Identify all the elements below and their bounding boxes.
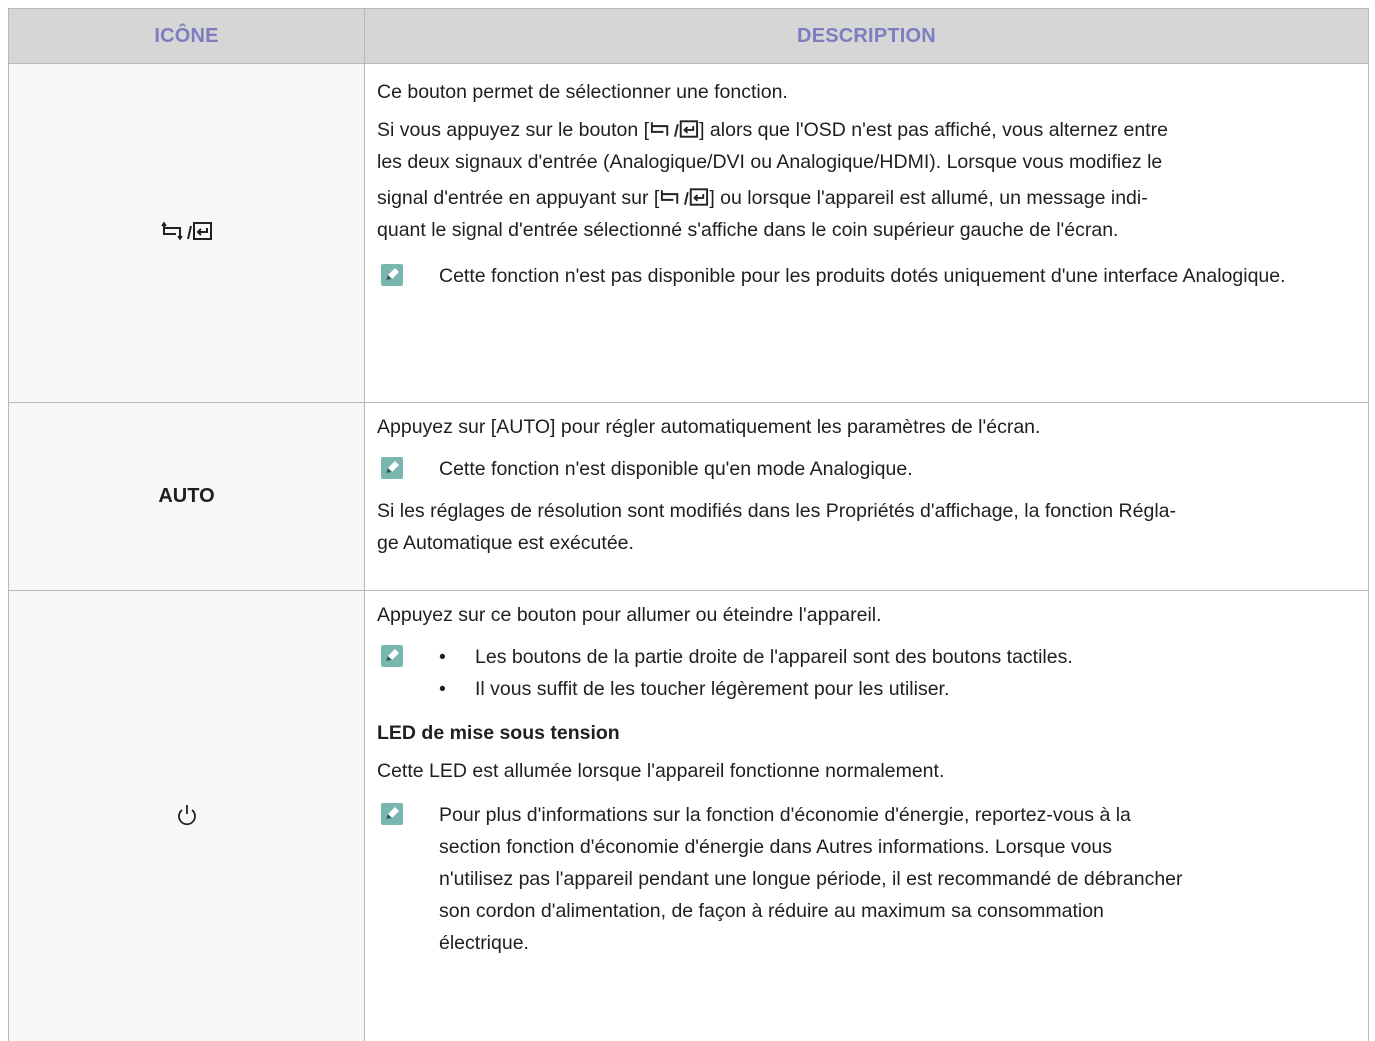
paragraph: Cette LED est allumée lorsque l'appareil… [377,760,945,782]
paragraph: Appuyez sur [AUTO] pour régler automatiq… [377,416,1041,438]
note-pencil-icon [381,457,403,479]
paragraph-source-toggle: Si vous appuyez sur le bouton [ ] alors q… [377,114,1350,246]
table-header: ICÔNE DESCRIPTION [9,8,1368,64]
note-text: Cette fonction n'est pas disponible pour… [439,265,1286,287]
header-description-col: DESCRIPTION [364,9,1368,63]
text: ] ou lorsque l'appareil est allumé, un m… [709,187,1148,209]
note-pencil-icon [381,264,403,286]
source-enter-icon [649,118,699,140]
table-row-auto: AUTO Appuyez sur [AUTO] pour régler auto… [9,403,1368,591]
auto-button-label: AUTO [158,485,215,507]
icon-cell [9,591,364,1041]
text: les deux signaux d'entrée (Analogique/DV… [377,151,1163,173]
paragraph: Si les réglages de résolution sont modif… [377,495,1350,559]
table-row-power: Appuyez sur ce bouton pour allumer ou ét… [9,591,1368,1041]
manual-page: ICÔNE DESCRIPTION Ce bouton permet de sé… [0,0,1375,1041]
description-cell: Appuyez sur ce bouton pour allumer ou ét… [364,591,1368,1041]
table-row-source: Ce bouton permet de sélectionner une fon… [9,64,1368,403]
source-enter-icon [659,186,709,208]
text: Les boutons de la partie droite de l'app… [475,646,1073,668]
note: Cette fonction n'est pas disponible pour… [377,260,1350,292]
paragraph: Appuyez sur ce bouton pour allumer ou ét… [377,604,882,626]
note: Pour plus d'informations sur la fonction… [377,799,1350,959]
paragraph: Ce bouton permet de sélectionner une fon… [377,81,788,103]
subheading: LED de mise sous tension [377,722,620,744]
text: électrique. [439,932,529,954]
note-text: Pour plus d'informations sur la fonction… [439,799,1350,959]
header-icon-col: ICÔNE [154,24,219,47]
description-cell: Ce bouton permet de sélectionner une fon… [364,64,1368,402]
note-list: • Les boutons de la partie droite de l'ap… [439,641,1350,705]
text: Il vous suffit de les toucher légèrement… [475,678,950,700]
text: Si vous appuyez sur le bouton [ [377,119,650,141]
icon-cell [9,64,364,402]
note-text: Cette fonction n'est disponible qu'en mo… [439,458,913,480]
text: ] alors que l'OSD n'est pas affiché, vou… [699,119,1168,141]
power-icon [176,802,198,831]
button-table: ICÔNE DESCRIPTION Ce bouton permet de sé… [8,8,1369,1041]
text: son cordon d'alimentation, de façon à ré… [439,900,1104,922]
list-item: • Il vous suffit de les toucher légèremen… [439,673,1350,705]
note-pencil-icon [381,803,403,825]
text: n'utilisez pas l'appareil pendant une lo… [439,868,1183,890]
icon-cell: AUTO [9,403,364,590]
text: Si les réglages de résolution sont modif… [377,500,1176,522]
text: signal d'entrée en appuyant sur [ [377,187,660,209]
note: • Les boutons de la partie droite de l'ap… [377,641,1350,705]
text: ge Automatique est exécutée. [377,532,634,554]
description-cell: Appuyez sur [AUTO] pour régler automatiq… [364,403,1368,590]
source-enter-icon [160,220,213,247]
note-pencil-icon [381,645,403,667]
note: Cette fonction n'est disponible qu'en mo… [377,453,1350,485]
text: quant le signal d'entrée sélectionné s'a… [377,219,1119,241]
list-item: • Les boutons de la partie droite de l'ap… [439,641,1350,673]
text: section fonction d'économie d'énergie da… [439,836,1113,858]
text: Pour plus d'informations sur la fonction… [439,804,1131,826]
